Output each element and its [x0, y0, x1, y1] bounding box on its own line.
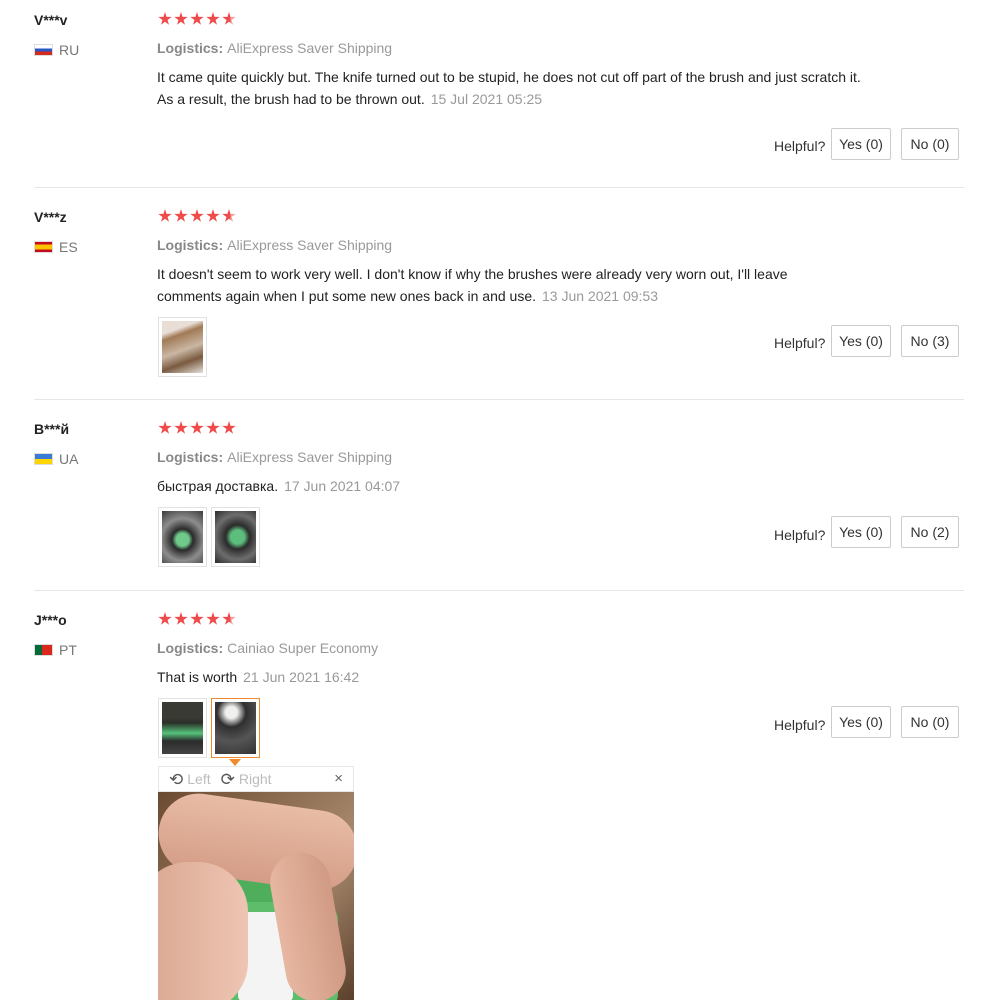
logistics-method: AliExpress Saver Shipping [227, 449, 393, 465]
logistics-info: Logistics: AliExpress Saver Shipping [157, 237, 392, 253]
flag-ua-icon [34, 453, 53, 465]
review-photo [162, 321, 203, 373]
rotate-left-icon: ⟲ [169, 769, 184, 789]
review-date: 13 Jun 2021 09:53 [542, 288, 658, 304]
helpful-no-button[interactable]: No (0) [901, 706, 959, 738]
review-photo [162, 511, 203, 563]
review-photo [162, 702, 203, 754]
star-icon [222, 421, 236, 434]
star-icon [158, 12, 172, 25]
star-icon [222, 12, 236, 25]
review-photo-thumbnail[interactable] [158, 507, 207, 567]
reviewer-name: J***o [34, 612, 67, 628]
helpful-yes-button[interactable]: Yes (0) [831, 128, 891, 160]
helpful-label: Helpful? [774, 717, 826, 733]
review-photo-thumbnail[interactable] [158, 317, 207, 377]
review-comment: That is worth 21 Jun 2021 16:42 [157, 666, 867, 688]
logistics-method: Cainiao Super Economy [227, 640, 379, 656]
divider [34, 399, 964, 400]
reviewer-name: V***z [34, 209, 67, 225]
selected-photo-pointer [229, 759, 241, 766]
country-code: RU [59, 42, 80, 58]
logistics-label: Logistics: [157, 449, 224, 465]
helpful-label: Helpful? [774, 335, 826, 351]
helpful-yes-button[interactable]: Yes (0) [831, 706, 891, 738]
logistics-info: Logistics: AliExpress Saver Shipping [157, 40, 392, 56]
star-rating [158, 209, 236, 223]
expanded-review-photo [158, 792, 354, 1000]
review-photo-thumbnail-selected[interactable] [211, 698, 260, 758]
star-rating [158, 612, 236, 626]
star-icon [222, 209, 236, 222]
review-photo [215, 702, 256, 754]
flag-pt-icon [34, 644, 53, 656]
comment-text: быстрая доставка. [157, 478, 279, 494]
reviewer-country: PT [34, 642, 77, 658]
reviewer-country: ES [34, 239, 78, 255]
rotate-left-button[interactable]: ⟲ Left [169, 771, 211, 788]
star-icon [206, 612, 220, 625]
logistics-method: AliExpress Saver Shipping [227, 237, 393, 253]
rotate-right-label: Right [238, 771, 272, 787]
helpful-yes-button[interactable]: Yes (0) [831, 516, 891, 548]
logistics-label: Logistics: [157, 640, 224, 656]
rotate-right-button[interactable]: ⟳ Right [221, 771, 272, 788]
rotate-right-icon: ⟳ [220, 769, 235, 789]
review-photo [215, 511, 256, 563]
review-date: 17 Jun 2021 04:07 [284, 478, 401, 494]
star-icon [206, 421, 220, 434]
flag-es-icon [34, 241, 53, 253]
logistics-method: AliExpress Saver Shipping [227, 40, 393, 56]
divider [34, 590, 964, 591]
star-icon [190, 612, 204, 625]
logistics-info: Logistics: Cainiao Super Economy [157, 640, 378, 656]
logistics-label: Logistics: [157, 40, 224, 56]
star-icon [158, 421, 172, 434]
star-icon [158, 612, 172, 625]
flag-ru-icon [34, 44, 53, 56]
divider [34, 187, 964, 188]
star-icon [174, 612, 188, 625]
logistics-info: Logistics: AliExpress Saver Shipping [157, 449, 392, 465]
helpful-no-button[interactable]: No (3) [901, 325, 959, 357]
country-code: ES [59, 239, 78, 255]
review-photo-thumbnail[interactable] [211, 507, 260, 567]
helpful-label: Helpful? [774, 138, 826, 154]
comment-text: It doesn't seem to work very well. I don… [157, 266, 788, 304]
star-icon [190, 12, 204, 25]
review-date: 15 Jul 2021 05:25 [430, 91, 543, 107]
helpful-label: Helpful? [774, 527, 826, 543]
helpful-no-button[interactable]: No (0) [901, 128, 959, 160]
star-icon [190, 209, 204, 222]
logistics-label: Logistics: [157, 237, 224, 253]
comment-text: That is worth [157, 669, 238, 685]
review-date: 21 Jun 2021 16:42 [243, 669, 360, 685]
reviewer-name: V***v [34, 12, 68, 28]
helpful-yes-button[interactable]: Yes (0) [831, 325, 891, 357]
rotate-left-label: Left [187, 771, 211, 787]
country-code: UA [59, 451, 79, 467]
star-icon [174, 209, 188, 222]
reviewer-country: UA [34, 451, 78, 467]
star-rating [158, 12, 236, 26]
reviewer-name: B***й [34, 421, 70, 437]
star-icon [174, 12, 188, 25]
review-comment: It came quite quickly but. The knife tur… [157, 66, 867, 110]
star-rating [158, 421, 236, 435]
star-icon [158, 209, 172, 222]
star-icon [206, 12, 220, 25]
review-photo-thumbnail[interactable] [158, 698, 207, 758]
photo-viewer-toolbar: ⟲ Left ⟳ Right × [158, 766, 354, 792]
close-icon[interactable]: × [334, 770, 343, 787]
review-comment: быстрая доставка. 17 Jun 2021 04:07 [157, 475, 867, 497]
star-icon [222, 612, 236, 625]
country-code: PT [59, 642, 77, 658]
star-icon [190, 421, 204, 434]
star-icon [174, 421, 188, 434]
helpful-no-button[interactable]: No (2) [901, 516, 959, 548]
reviewer-country: RU [34, 42, 79, 58]
star-icon [206, 209, 220, 222]
review-comment: It doesn't seem to work very well. I don… [157, 263, 847, 307]
